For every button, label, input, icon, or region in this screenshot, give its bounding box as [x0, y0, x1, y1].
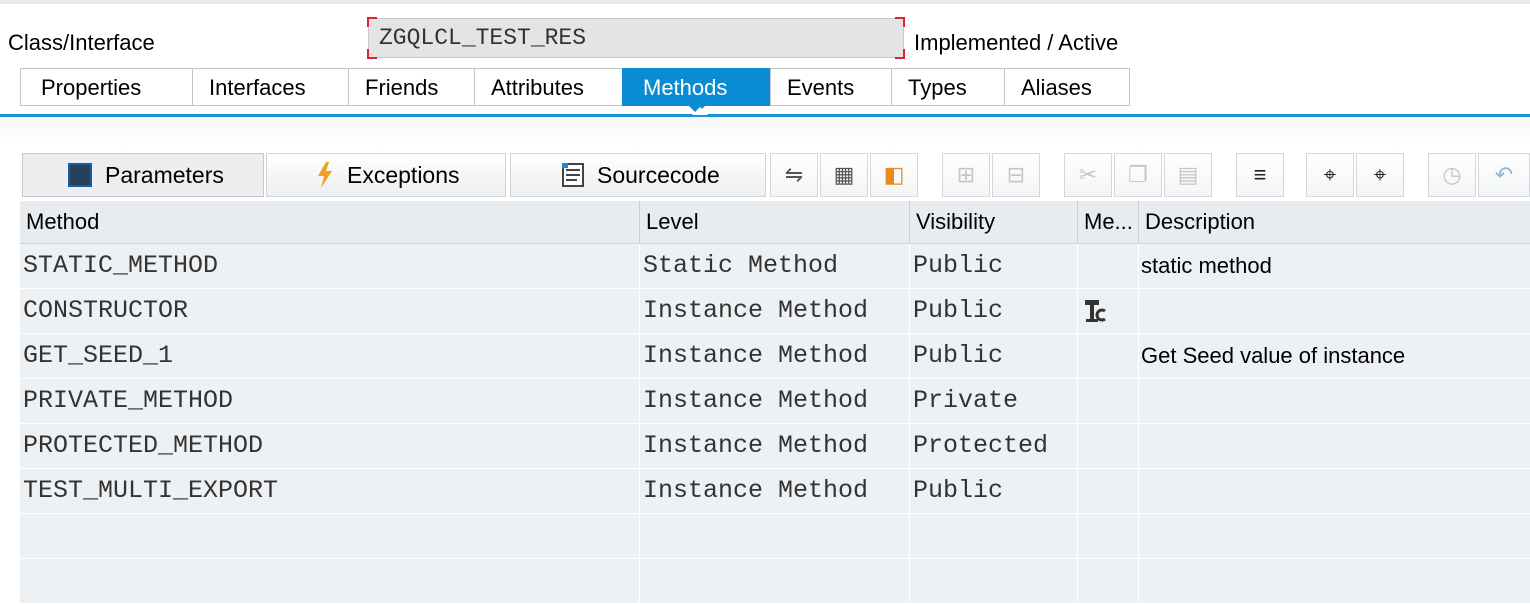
column-header-level[interactable]: Level — [639, 201, 909, 243]
table-row[interactable]: PRIVATE_METHOD Instance Method Private — [20, 379, 1530, 424]
table-row[interactable]: STATIC_METHOD Static Method Public stati… — [20, 244, 1530, 289]
visibility-cell[interactable] — [909, 514, 1077, 558]
description-cell[interactable] — [1138, 424, 1530, 468]
paste-icon[interactable]: ▤ — [1164, 153, 1212, 197]
level-cell[interactable]: Instance Method — [639, 424, 909, 468]
table-row[interactable]: TEST_MULTI_EXPORT Instance Method Public — [20, 469, 1530, 514]
tab-aliases[interactable]: Aliases — [1004, 68, 1130, 106]
lightning-icon — [318, 162, 332, 188]
description-cell[interactable] — [1138, 469, 1530, 513]
method-cell[interactable]: STATIC_METHOD — [20, 244, 639, 288]
column-header-description[interactable]: Description — [1138, 201, 1530, 243]
me-cell — [1077, 469, 1138, 513]
visibility-cell[interactable]: Private — [909, 379, 1077, 423]
tab-interfaces[interactable]: Interfaces — [192, 68, 348, 106]
visibility-cell[interactable]: Public — [909, 469, 1077, 513]
table-row-empty[interactable] — [20, 559, 1530, 604]
visibility-cell[interactable] — [909, 559, 1077, 603]
me-cell — [1077, 424, 1138, 468]
level-cell[interactable]: Instance Method — [639, 379, 909, 423]
focus-corner — [367, 49, 377, 59]
visibility-cell[interactable]: Public — [909, 289, 1077, 333]
class-name-value: ZGQLCL_TEST_RES — [379, 25, 587, 51]
me-cell — [1077, 379, 1138, 423]
visibility-cell[interactable]: Public — [909, 244, 1077, 288]
visibility-cell[interactable]: Public — [909, 334, 1077, 378]
tab-events[interactable]: Events — [770, 68, 891, 106]
focus-corner — [895, 17, 905, 27]
top-border — [0, 0, 1530, 4]
tab-attributes[interactable]: Attributes — [474, 68, 622, 106]
method-cell[interactable]: TEST_MULTI_EXPORT — [20, 469, 639, 513]
class-name-field[interactable]: ZGQLCL_TEST_RES — [367, 17, 905, 59]
me-cell — [1077, 559, 1138, 603]
sourcecode-button[interactable]: Sourcecode — [510, 153, 766, 197]
description-cell[interactable]: Get Seed value of instance — [1138, 334, 1530, 378]
level-cell[interactable] — [639, 514, 909, 558]
class-header: Class/Interface ZGQLCL_TEST_RES Implemen… — [0, 14, 1530, 62]
table-row-empty[interactable] — [20, 514, 1530, 559]
tab-types[interactable]: Types — [891, 68, 1004, 106]
class-interface-label: Class/Interface — [8, 30, 155, 55]
find-icon[interactable]: ⌖ — [1306, 153, 1354, 197]
column-header-me[interactable]: Me... — [1077, 201, 1138, 243]
description-cell[interactable] — [1138, 289, 1530, 333]
methods-panel: Parameters Exceptions Sourcecode ⇋ ▦ ◧ ⊞… — [0, 117, 1530, 604]
level-cell[interactable] — [639, 559, 909, 603]
tab-methods[interactable]: Methods — [622, 68, 770, 114]
me-cell — [1077, 244, 1138, 288]
description-cell[interactable] — [1138, 514, 1530, 558]
description-cell[interactable] — [1138, 379, 1530, 423]
method-cell[interactable] — [20, 559, 639, 603]
cut-icon[interactable]: ✂ — [1064, 153, 1112, 197]
find-next-icon[interactable]: ⌖ — [1356, 153, 1404, 197]
method-cell[interactable]: PRIVATE_METHOD — [20, 379, 639, 423]
visibility-cell[interactable]: Protected — [909, 424, 1077, 468]
tree-icon[interactable]: ◧ — [870, 153, 918, 197]
parameters-button[interactable]: Parameters — [22, 153, 264, 197]
method-cell[interactable]: GET_SEED_1 — [20, 334, 639, 378]
sourcecode-label: Sourcecode — [597, 161, 720, 188]
details-icon[interactable]: ▦ — [820, 153, 868, 197]
copy-icon[interactable]: ❐ — [1114, 153, 1162, 197]
method-cell[interactable]: CONSTRUCTOR — [20, 289, 639, 333]
parameters-icon — [68, 163, 92, 187]
methods-table: Method Level Visibility Me... Descriptio… — [20, 201, 1530, 604]
level-cell[interactable]: Instance Method — [639, 289, 909, 333]
tab-strip: Properties Interfaces Friends Attributes… — [20, 68, 1130, 114]
exceptions-button[interactable]: Exceptions — [266, 153, 506, 197]
me-cell — [1077, 334, 1138, 378]
navigate-icon[interactable]: ⇋ — [770, 153, 818, 197]
table-header: Method Level Visibility Me... Descriptio… — [20, 201, 1530, 244]
level-cell[interactable]: Static Method — [639, 244, 909, 288]
me-cell — [1077, 289, 1138, 333]
method-cell[interactable]: PROTECTED_METHOD — [20, 424, 639, 468]
focus-corner — [367, 17, 377, 27]
focus-corner — [895, 49, 905, 59]
insert-row-icon[interactable]: ⊞ — [942, 153, 990, 197]
parameters-label: Parameters — [105, 161, 224, 188]
level-cell[interactable]: Instance Method — [639, 469, 909, 513]
table-row[interactable]: CONSTRUCTOR Instance Method Public — [20, 289, 1530, 334]
undo-icon[interactable]: ↶ — [1478, 153, 1530, 197]
class-status: Implemented / Active — [914, 30, 1119, 55]
sourcecode-icon — [562, 163, 584, 187]
column-header-visibility[interactable]: Visibility — [909, 201, 1077, 243]
level-cell[interactable]: Instance Method — [639, 334, 909, 378]
column-header-method[interactable]: Method — [20, 201, 639, 243]
undo-check-icon[interactable]: ◷ — [1428, 153, 1476, 197]
delete-row-icon[interactable]: ⊟ — [992, 153, 1040, 197]
table-row[interactable]: PROTECTED_METHOD Instance Method Protect… — [20, 424, 1530, 469]
table-row[interactable]: GET_SEED_1 Instance Method Public Get Se… — [20, 334, 1530, 379]
tab-properties[interactable]: Properties — [20, 68, 192, 106]
description-cell[interactable]: static method — [1138, 244, 1530, 288]
exceptions-label: Exceptions — [347, 161, 460, 188]
sort-icon[interactable]: ≡ — [1236, 153, 1284, 197]
tab-friends[interactable]: Friends — [348, 68, 474, 106]
constructor-icon — [1085, 300, 1106, 322]
me-cell — [1077, 514, 1138, 558]
method-cell[interactable] — [20, 514, 639, 558]
description-cell[interactable] — [1138, 559, 1530, 603]
